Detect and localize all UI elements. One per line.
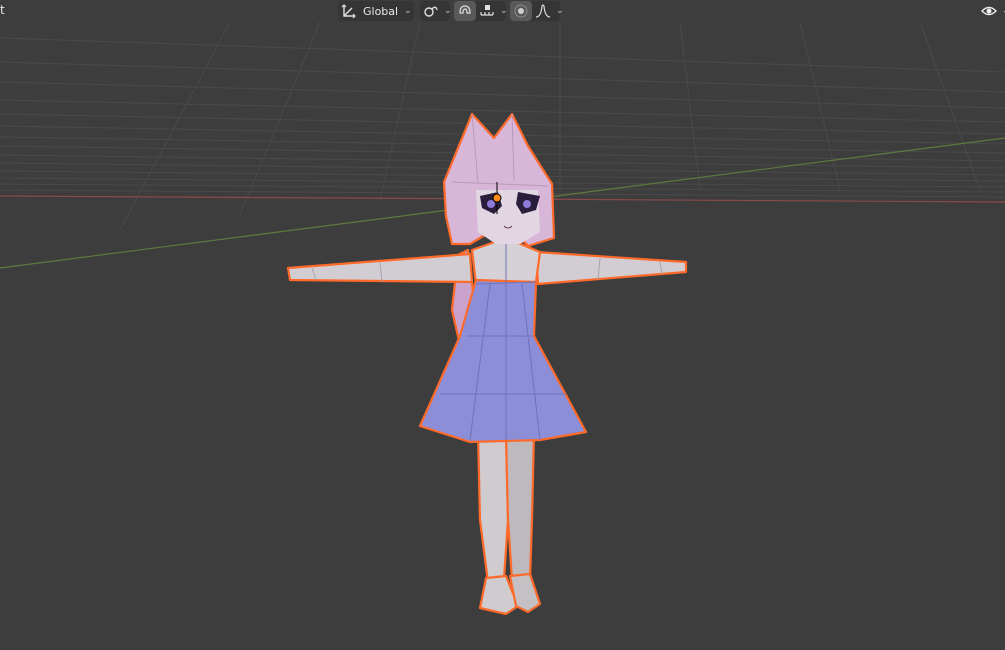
viewport-header: t Global ⌄ ⌄ ⌄ ⌄ [0, 0, 1005, 22]
right-leg [504, 430, 536, 582]
3d-viewport[interactable]: t Global ⌄ ⌄ ⌄ ⌄ [0, 0, 1005, 650]
right-arm [534, 250, 688, 286]
pivot-point-icon [420, 1, 442, 21]
chevron-down-icon[interactable]: ⌄ [556, 6, 564, 16]
transform-orientation-icon [338, 1, 360, 21]
snap-increment-icon[interactable] [476, 1, 498, 21]
proportional-editing-icon[interactable] [510, 1, 532, 21]
chevron-down-icon: ⌄ [444, 6, 452, 16]
viewport-scene[interactable] [0, 0, 1005, 650]
visibility-eye-icon [978, 1, 1000, 21]
chevron-down-icon: ⌄ [404, 6, 412, 16]
face [476, 190, 540, 244]
dress[interactable] [418, 278, 588, 444]
proportional-editing-group: ⌄ [510, 1, 564, 21]
snap-group: ⌄ [454, 1, 508, 21]
left-leg [476, 430, 510, 584]
visibility-dropdown[interactable]: ⌄ [978, 1, 1005, 21]
transform-orientation-label: Global [363, 4, 399, 18]
pivot-point-dropdown[interactable]: ⌄ [420, 1, 452, 21]
snap-magnet-icon[interactable] [454, 1, 476, 21]
header-left-fragment: t [0, 3, 5, 17]
chevron-down-icon[interactable]: ⌄ [500, 6, 508, 16]
transform-orientation-dropdown[interactable]: Global ⌄ [338, 1, 414, 21]
falloff-curve-icon[interactable] [532, 1, 554, 21]
